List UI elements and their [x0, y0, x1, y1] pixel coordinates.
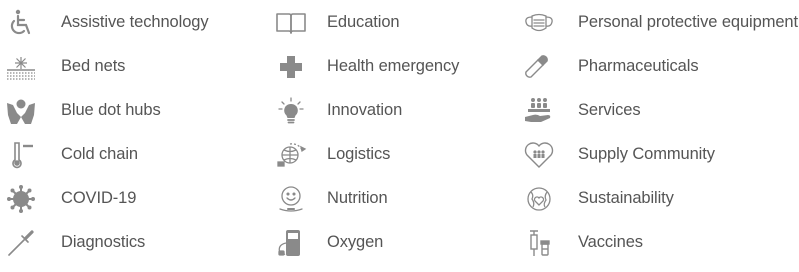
- topic-label: Logistics: [327, 145, 391, 163]
- globe-plane-icon: [274, 140, 308, 170]
- wheelchair-icon: [4, 8, 38, 38]
- capsule-icon: [522, 52, 556, 82]
- topic-label: Personal protective equipment: [578, 13, 798, 31]
- topic-label: Cold chain: [61, 145, 138, 163]
- topic-label: Oxygen: [327, 233, 384, 251]
- bed-net-icon: [4, 52, 38, 82]
- topic-label: Blue dot hubs: [61, 101, 161, 119]
- topic-label: Vaccines: [578, 233, 643, 251]
- topic-label: Bed nets: [61, 57, 126, 75]
- medical-cross-icon: [274, 52, 308, 82]
- topic-label: Services: [578, 101, 641, 119]
- community-icon: [522, 140, 556, 170]
- sustainability-globe-icon: [522, 184, 556, 214]
- topic-label: Assistive technology: [61, 13, 209, 31]
- topic-label: Diagnostics: [61, 233, 146, 251]
- topic-label: Sustainability: [578, 189, 674, 207]
- topic-label: Education: [327, 13, 400, 31]
- book-icon: [274, 8, 308, 38]
- thermometer-icon: [4, 140, 38, 170]
- topic-label: Innovation: [327, 101, 403, 119]
- nutrition-icon: [274, 184, 308, 214]
- topic-label: COVID-19: [61, 189, 137, 207]
- face-mask-icon: [522, 8, 556, 38]
- virus-icon: [4, 184, 38, 214]
- dropper-icon: [4, 228, 38, 258]
- oxygen-concentrator-icon: [274, 228, 308, 258]
- topic-label: Nutrition: [327, 189, 388, 207]
- topic-label: Health emergency: [327, 57, 460, 75]
- topic-label: Supply Community: [578, 145, 715, 163]
- syringe-vial-icon: [522, 228, 556, 258]
- topic-label: Pharmaceuticals: [578, 57, 699, 75]
- lightbulb-icon: [274, 96, 308, 126]
- blue-dot-hubs-icon: [4, 96, 38, 126]
- services-hand-icon: [522, 96, 556, 126]
